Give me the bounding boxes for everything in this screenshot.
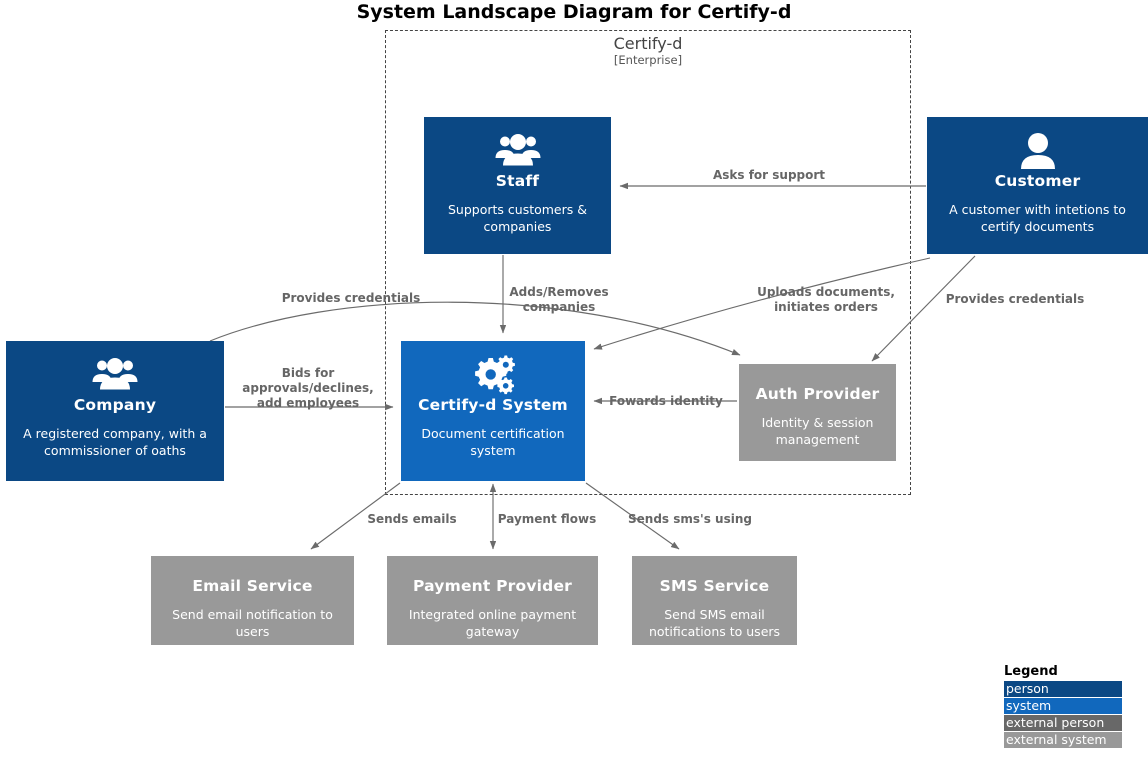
node-auth-provider-description: Identity & session management [761, 415, 874, 447]
node-certifyd-system-name: Certify-d System [418, 396, 568, 414]
edge-label-fowards-identity: Fowards identity [609, 394, 723, 408]
node-auth-provider[interactable]: Auth Provider Identity & session managem… [739, 364, 896, 461]
edge-label-provides-credentials-customer: Provides credentials [945, 292, 1085, 306]
node-auth-provider-name: Auth Provider [755, 385, 880, 403]
node-staff-name: Staff [495, 172, 540, 190]
people-group-icon [495, 131, 541, 171]
node-customer[interactable]: Customer A customer with intetions to ce… [927, 117, 1148, 254]
enterprise-boundary-label: Certify-d [613, 34, 683, 53]
people-group-icon [92, 355, 138, 395]
legend-item-external-system: external system [1004, 732, 1122, 748]
enterprise-boundary-type: [Enterprise] [613, 53, 683, 67]
edge-label-sends-emails: Sends emails [367, 512, 457, 526]
node-certifyd-system-description: Document certification system [421, 426, 565, 458]
edge-label-asks-for-support: Asks for support [712, 168, 826, 182]
node-email-service-name: Email Service [192, 577, 313, 595]
node-payment-provider[interactable]: Payment Provider Integrated online payme… [387, 556, 598, 645]
edge-label-payment-flows: Payment flows [497, 512, 597, 526]
legend: Legend person system external person ext… [1004, 663, 1124, 749]
node-staff[interactable]: Staff Supports customers & companies [424, 117, 611, 254]
node-company-description: A registered company, with a commissione… [23, 426, 207, 458]
node-company[interactable]: Company A registered company, with a com… [6, 341, 224, 481]
page-title: System Landscape Diagram for Certify-d [356, 1, 792, 23]
legend-item-external-person: external person [1004, 715, 1122, 731]
node-email-service[interactable]: Email Service Send email notification to… [151, 556, 354, 645]
edge-label-bids-for-approvals: Bids for approvals/declines, add employe… [242, 366, 374, 410]
edge-label-sends-sms: Sends sms's using [628, 512, 752, 526]
node-staff-description: Supports customers & companies [448, 202, 587, 234]
node-company-name: Company [73, 396, 157, 414]
legend-item-person: person [1004, 681, 1122, 697]
legend-item-system: system [1004, 698, 1122, 714]
node-sms-service[interactable]: SMS Service Send SMS email notifications… [632, 556, 797, 645]
edge-label-uploads-documents: Uploads documents, initiates orders [757, 285, 895, 314]
legend-title: Legend [1004, 664, 1058, 679]
node-certifyd-system[interactable]: Certify-d System Document certification … [401, 341, 585, 481]
node-payment-provider-description: Integrated online payment gateway [408, 607, 577, 639]
gears-icon [470, 355, 516, 395]
node-email-service-description: Send email notification to users [172, 607, 333, 639]
node-payment-provider-name: Payment Provider [412, 577, 573, 595]
edge-label-adds-removes-companies: Adds/Removes companies [509, 285, 609, 314]
node-customer-name: Customer [994, 172, 1081, 190]
person-icon [1017, 131, 1059, 171]
node-sms-service-description: Send SMS email notifications to users [648, 607, 781, 639]
node-customer-description: A customer with intetions to certify doc… [949, 202, 1126, 234]
edge-label-provides-credentials-company: Provides credentials [281, 291, 421, 305]
node-sms-service-name: SMS Service [659, 577, 770, 595]
